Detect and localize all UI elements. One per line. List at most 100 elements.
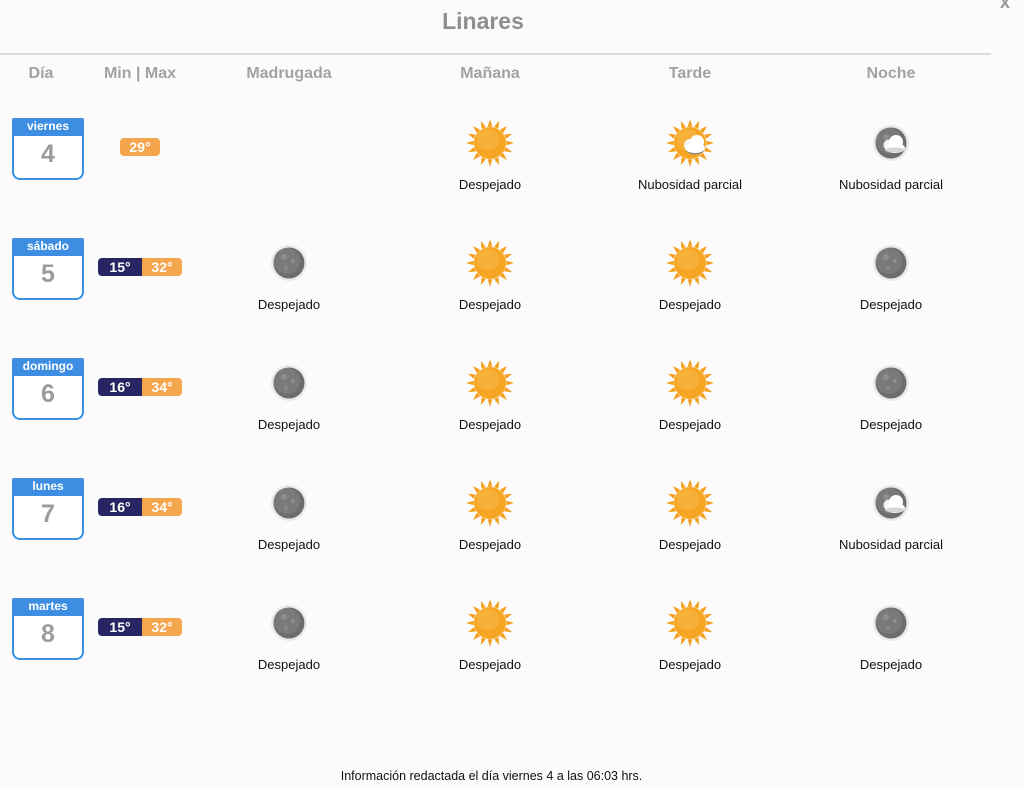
day-number: 6	[12, 376, 84, 420]
day-calendar: lunes 7	[12, 478, 84, 540]
weather-description: Despejado	[458, 417, 522, 432]
temperature-range: 16° 34°	[98, 378, 182, 396]
column-header-manana: Mañana	[460, 65, 520, 82]
weather-description: Despejado	[458, 297, 522, 312]
min-temp-badge: 16°	[98, 378, 142, 396]
column-header-madrugada: Madrugada	[246, 65, 332, 82]
temperature-range: 16° 34°	[98, 498, 182, 516]
moon-icon	[199, 242, 379, 284]
sun-icon	[600, 598, 780, 648]
page-title: Linares	[442, 8, 524, 34]
day-calendar: domingo 6	[12, 358, 84, 420]
day-number: 7	[12, 496, 84, 540]
day-number: 8	[12, 616, 84, 660]
forecast-cell-madrugada: Despejado	[199, 238, 379, 312]
moon-icon	[199, 362, 379, 404]
forecast-cell-madrugada: Despejado	[199, 358, 379, 432]
moon-cloud-icon	[801, 482, 981, 524]
weather-description: Despejado	[257, 297, 321, 312]
day-calendar: viernes 4	[12, 118, 84, 180]
weather-description: Despejado	[658, 657, 722, 672]
footer-info: Información redactada el día viernes 4 a…	[340, 769, 643, 783]
weather-description: Despejado	[458, 177, 522, 192]
forecast-cell-tarde: Nubosidad parcial	[600, 118, 780, 192]
forecast-cell-tarde: Despejado	[600, 478, 780, 552]
column-header-tarde: Tarde	[668, 65, 712, 82]
moon-icon	[199, 602, 379, 644]
weather-description: Despejado	[859, 417, 923, 432]
forecast-cell-madrugada: Despejado	[199, 598, 379, 672]
weather-description: Despejado	[458, 657, 522, 672]
weather-description: Despejado	[658, 417, 722, 432]
weather-description: Nubosidad parcial	[637, 177, 743, 192]
forecast-cell-madrugada: Despejado	[199, 478, 379, 552]
forecast-row-viernes: viernes 4 29° Despejado Nubosidad parcial …	[0, 118, 1024, 238]
sun-icon	[600, 478, 780, 528]
max-temp-badge: 34°	[142, 498, 182, 516]
weather-description: Despejado	[257, 657, 321, 672]
day-weekday: martes	[12, 598, 84, 616]
day-number: 4	[12, 136, 84, 180]
sun-icon	[400, 238, 580, 288]
forecast-cell-noche: Despejado	[801, 598, 981, 672]
min-temp-badge: 15°	[98, 618, 142, 636]
weather-description: Despejado	[458, 537, 522, 552]
day-weekday: domingo	[12, 358, 84, 376]
sun-icon	[600, 358, 780, 408]
moon-icon	[801, 362, 981, 404]
close-button[interactable]: x	[1000, 0, 1010, 13]
forecast-row-sábado: sábado 5 15° 32° Despejado Despejado Despej…	[0, 238, 1024, 358]
forecast-row-domingo: domingo 6 16° 34° Despejado Despejado Despe…	[0, 358, 1024, 478]
forecast-cell-noche: Despejado	[801, 238, 981, 312]
forecast-cell-manana: Despejado	[400, 598, 580, 672]
weather-description: Despejado	[658, 297, 722, 312]
moon-icon	[801, 242, 981, 284]
max-temp-badge: 34°	[142, 378, 182, 396]
weather-description: Despejado	[859, 297, 923, 312]
weather-description: Despejado	[658, 537, 722, 552]
moon-icon	[801, 602, 981, 644]
max-temp-badge: 32°	[142, 258, 182, 276]
forecast-cell-manana: Despejado	[400, 358, 580, 432]
weather-description: Nubosidad parcial	[838, 177, 944, 192]
forecast-cell-noche: Despejado	[801, 358, 981, 432]
day-weekday: lunes	[12, 478, 84, 496]
sun-cloud-icon	[600, 118, 780, 168]
forecast-row-martes: martes 8 15° 32° Despejado Despejado Despej…	[0, 598, 1024, 718]
min-temp-badge: 16°	[98, 498, 142, 516]
temperature-range: 15° 32°	[98, 258, 182, 276]
temperature-range: 15° 32°	[98, 618, 182, 636]
weather-description: Despejado	[257, 537, 321, 552]
forecast-cell-noche: Nubosidad parcial	[801, 118, 981, 192]
day-weekday: sábado	[12, 238, 84, 256]
sun-icon	[400, 478, 580, 528]
day-number: 5	[12, 256, 84, 300]
forecast-row-lunes: lunes 7 16° 34° Despejado Despejado Despeja…	[0, 478, 1024, 598]
forecast-cell-manana: Despejado	[400, 478, 580, 552]
column-header-minmax: Min | Max	[103, 65, 177, 82]
temperature-range: 29°	[120, 138, 160, 156]
title-divider	[0, 53, 991, 55]
min-temp-badge: 15°	[98, 258, 142, 276]
column-header-dia: Día	[28, 65, 54, 82]
day-calendar: sábado 5	[12, 238, 84, 300]
day-weekday: viernes	[12, 118, 84, 136]
forecast-cell-manana: Despejado	[400, 118, 580, 192]
sun-icon	[400, 598, 580, 648]
forecast-panel: Linares x Día Min | Max Madrugada Mañana…	[0, 0, 1024, 787]
max-temp-badge: 32°	[142, 618, 182, 636]
weather-description: Nubosidad parcial	[838, 537, 944, 552]
weather-description: Despejado	[859, 657, 923, 672]
day-calendar: martes 8	[12, 598, 84, 660]
sun-icon	[600, 238, 780, 288]
moon-icon	[199, 482, 379, 524]
forecast-cell-manana: Despejado	[400, 238, 580, 312]
max-temp-badge: 29°	[120, 138, 160, 156]
sun-icon	[400, 358, 580, 408]
column-header-noche: Noche	[866, 65, 916, 82]
forecast-cell-tarde: Despejado	[600, 358, 780, 432]
sun-icon	[400, 118, 580, 168]
forecast-cell-tarde: Despejado	[600, 598, 780, 672]
forecast-cell-tarde: Despejado	[600, 238, 780, 312]
weather-description: Despejado	[257, 417, 321, 432]
